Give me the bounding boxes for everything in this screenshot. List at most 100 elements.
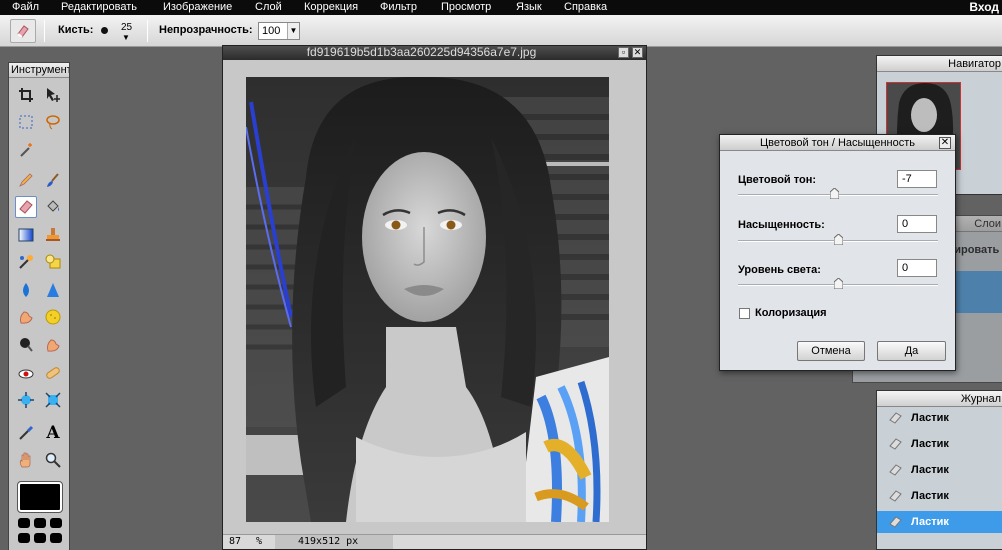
move-icon[interactable] xyxy=(42,84,64,106)
color-picker-icon[interactable] xyxy=(15,422,37,444)
eraser-icon xyxy=(887,461,905,479)
menu-view[interactable]: Просмотр xyxy=(441,1,491,13)
preset-swatch[interactable] xyxy=(34,518,46,528)
preset-swatch[interactable] xyxy=(50,533,62,543)
document-window: fd919619b5d1b3aa260225d94356a7e7.jpg ▫ ✕ xyxy=(222,45,647,550)
type-icon[interactable]: A xyxy=(42,422,64,444)
lightness-slider-thumb[interactable] xyxy=(834,278,843,289)
close-icon[interactable]: ✕ xyxy=(939,137,951,149)
brush-preview-icon[interactable] xyxy=(101,27,108,34)
photo-portrait xyxy=(246,77,609,522)
hue-saturation-dialog: Цветовой тон / Насыщенность ✕ Цветовой т… xyxy=(719,134,956,371)
eraser-icon xyxy=(887,409,905,427)
preset-swatch[interactable] xyxy=(18,518,30,528)
menu-language[interactable]: Язык xyxy=(516,1,542,13)
menu-bar: Файл Редактировать Изображение Слой Корр… xyxy=(0,0,1002,15)
smudge-icon[interactable] xyxy=(15,306,37,328)
history-panel: Журнал Ластик Ластик Ластик Ластик Ласти… xyxy=(876,390,1002,550)
menu-image[interactable]: Изображение xyxy=(163,1,232,13)
shape-icon[interactable] xyxy=(42,251,64,273)
blur-drop-icon[interactable] xyxy=(15,279,37,301)
ok-button[interactable]: Да xyxy=(877,341,946,361)
dialog-title: Цветовой тон / Насыщенность xyxy=(720,135,955,151)
bloat-icon[interactable] xyxy=(15,389,37,411)
tools-panel-title: Инструменты xyxy=(9,63,69,78)
preset-swatch[interactable] xyxy=(18,533,30,543)
hue-input[interactable]: -7 xyxy=(897,170,937,188)
pencil-icon[interactable] xyxy=(15,169,37,191)
zoom-icon[interactable] xyxy=(42,449,64,471)
cancel-button[interactable]: Отмена xyxy=(797,341,865,361)
menu-layer[interactable]: Слой xyxy=(255,1,282,13)
current-tool-eraser-icon[interactable] xyxy=(10,19,36,43)
color-replace-icon[interactable] xyxy=(15,251,37,273)
paint-bucket-icon[interactable] xyxy=(42,196,64,218)
colorize-checkbox[interactable] xyxy=(739,308,750,319)
hue-slider-thumb[interactable] xyxy=(830,188,839,199)
menu-help[interactable]: Справка xyxy=(564,1,607,13)
brush-label: Кисть: xyxy=(58,24,94,36)
history-item-label: Ластик xyxy=(911,490,949,502)
preset-swatch[interactable] xyxy=(50,518,62,528)
menu-filter[interactable]: Фильтр xyxy=(380,1,417,13)
lightness-input[interactable]: 0 xyxy=(897,259,937,277)
red-eye-icon[interactable] xyxy=(15,362,37,384)
navigator-title: Навигатор xyxy=(877,56,1002,72)
marquee-icon[interactable] xyxy=(15,111,37,133)
saturation-slider-thumb[interactable] xyxy=(834,234,843,245)
history-item[interactable]: Ластик xyxy=(877,459,1002,481)
history-item[interactable]: Ластик xyxy=(877,485,1002,507)
maximize-icon[interactable]: ▫ xyxy=(618,47,629,58)
brush-size[interactable]: 25 xyxy=(121,22,132,33)
burn-icon[interactable] xyxy=(15,334,37,356)
opacity-label: Непрозрачность: xyxy=(159,24,253,36)
login-link[interactable]: Вход xyxy=(969,0,999,14)
history-item-selected[interactable]: Ластик xyxy=(877,511,1002,533)
magic-wand-icon[interactable] xyxy=(15,139,37,161)
opacity-value: 100 xyxy=(262,25,281,37)
lasso-icon[interactable] xyxy=(42,111,64,133)
lightness-label: Уровень света: xyxy=(738,264,821,276)
saturation-input[interactable]: 0 xyxy=(897,215,937,233)
zoom-unit: % xyxy=(256,536,263,547)
document-status-bar: 87 % 419x512 px xyxy=(223,534,646,549)
eraser-icon xyxy=(887,513,905,531)
chevron-down-icon[interactable]: ▼ xyxy=(287,23,299,39)
crop-icon[interactable] xyxy=(15,84,37,106)
image-dimensions: 419x512 px xyxy=(298,536,359,547)
saturation-label: Насыщенность: xyxy=(738,219,825,231)
pinch-icon[interactable] xyxy=(42,389,64,411)
eraser-icon xyxy=(887,435,905,453)
dodge-icon[interactable] xyxy=(42,334,64,356)
tools-panel: Инструменты A xyxy=(8,62,70,550)
close-icon[interactable]: ✕ xyxy=(632,47,643,58)
sponge-icon[interactable] xyxy=(42,306,64,328)
document-title: fd919619b5d1b3aa260225d94356a7e7.jpg xyxy=(223,46,646,60)
colorize-label: Колоризация xyxy=(755,307,827,319)
hue-label: Цветовой тон: xyxy=(738,174,817,186)
foreground-color-swatch[interactable] xyxy=(17,481,63,513)
history-item-label: Ластик xyxy=(911,464,949,476)
sharpen-icon[interactable] xyxy=(42,279,64,301)
history-item-label: Ластик xyxy=(911,516,949,528)
menu-file[interactable]: Файл xyxy=(12,1,39,13)
eraser-icon[interactable] xyxy=(15,196,37,218)
zoom-value[interactable]: 87 xyxy=(229,536,241,547)
bandage-icon[interactable] xyxy=(42,362,64,384)
brush-icon[interactable] xyxy=(42,169,64,191)
clone-stamp-icon[interactable] xyxy=(42,224,64,246)
menu-adjustments[interactable]: Коррекция xyxy=(304,1,358,13)
hand-icon[interactable] xyxy=(15,449,37,471)
brush-dropdown-icon[interactable]: ▼ xyxy=(122,33,130,42)
history-title: Журнал xyxy=(877,391,1002,407)
history-item[interactable]: Ластик xyxy=(877,433,1002,455)
history-item-label: Ластик xyxy=(911,438,949,450)
history-item-label: Ластик xyxy=(911,412,949,424)
gradient-icon[interactable] xyxy=(15,224,37,246)
history-item[interactable]: Ластик xyxy=(877,407,1002,429)
eraser-icon xyxy=(887,487,905,505)
image-canvas[interactable] xyxy=(246,77,609,522)
menu-edit[interactable]: Редактировать xyxy=(61,1,137,13)
preset-swatch[interactable] xyxy=(34,533,46,543)
opacity-select[interactable]: 100 ▼ xyxy=(258,22,300,40)
